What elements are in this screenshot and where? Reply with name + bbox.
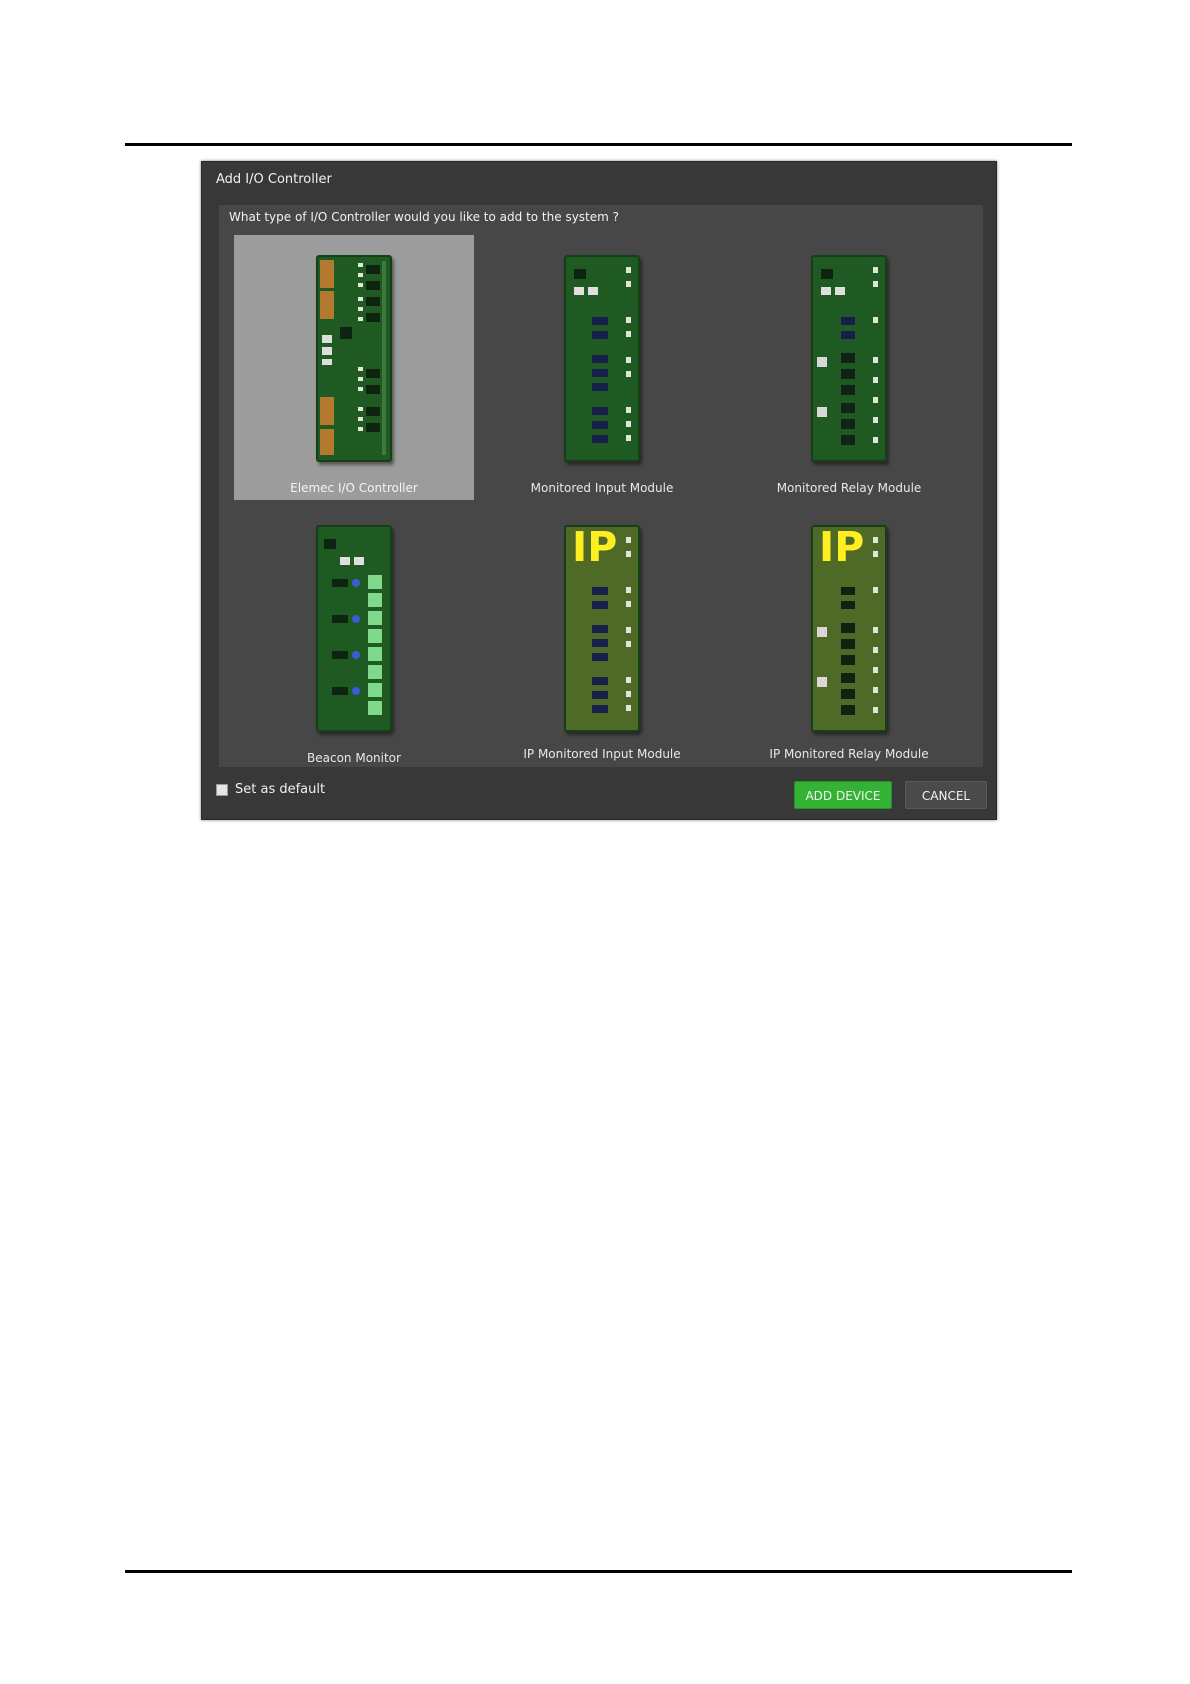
option-beacon-monitor[interactable]: Beacon Monitor <box>234 505 474 770</box>
controller-type-panel: What type of I/O Controller would you li… <box>219 205 983 767</box>
option-label: Beacon Monitor <box>307 751 401 765</box>
ip-badge: IP <box>572 523 618 571</box>
ip-input-module-board-icon: IP <box>564 525 640 732</box>
set-as-default-label: Set as default <box>235 782 326 797</box>
page-bottom-rule <box>125 1570 1072 1573</box>
add-io-controller-dialog: Add I/O Controller What type of I/O Cont… <box>201 161 997 820</box>
option-ip-monitored-input-module[interactable]: IP IP Monitored Input Module <box>482 505 722 770</box>
input-module-board-icon <box>564 255 640 462</box>
option-label: IP Monitored Input Module <box>523 747 681 761</box>
set-as-default-checkbox[interactable] <box>216 784 228 796</box>
relay-module-board-icon <box>811 255 887 462</box>
option-label: IP Monitored Relay Module <box>769 747 929 761</box>
option-label: Monitored Relay Module <box>776 481 922 495</box>
add-device-button[interactable]: ADD DEVICE <box>794 781 892 809</box>
dialog-title: Add I/O Controller <box>216 172 332 187</box>
elemec-io-board-icon <box>316 255 392 462</box>
controller-type-prompt: What type of I/O Controller would you li… <box>229 210 620 224</box>
option-label: Monitored Input Module <box>530 481 674 495</box>
cancel-button[interactable]: CANCEL <box>905 781 987 809</box>
option-ip-monitored-relay-module[interactable]: IP IP Monitored Relay Module <box>729 505 969 770</box>
beacon-monitor-board-icon <box>316 525 392 732</box>
option-monitored-input-module[interactable]: Monitored Input Module <box>482 235 722 500</box>
ip-relay-module-board-icon: IP <box>811 525 887 732</box>
option-label: Elemec I/O Controller <box>290 481 418 495</box>
option-elemec-io-controller[interactable]: Elemec I/O Controller <box>234 235 474 500</box>
ip-badge: IP <box>819 523 865 571</box>
option-monitored-relay-module[interactable]: Monitored Relay Module <box>729 235 969 500</box>
page-top-rule <box>125 143 1072 146</box>
